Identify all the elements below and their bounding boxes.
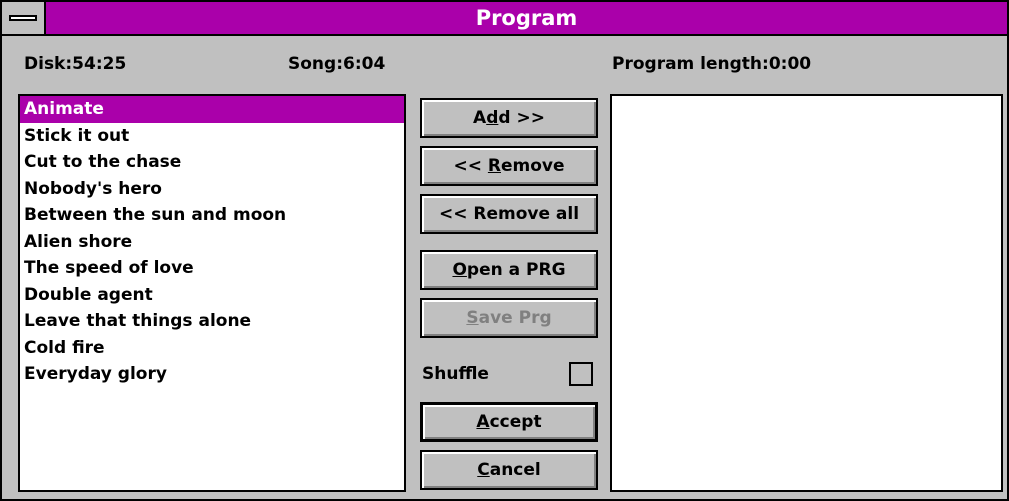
remove-button-label-rest: emove <box>500 156 565 176</box>
title-bar[interactable]: Program <box>2 2 1007 36</box>
add-button-label-rest: d >> <box>498 108 545 128</box>
shuffle-label: Shuffle <box>422 364 489 384</box>
save-prg-button-label-rest: ave Prg <box>478 308 552 328</box>
program-list[interactable] <box>610 94 1003 492</box>
song-list-item[interactable]: Alien shore <box>20 229 404 256</box>
save-prg-button[interactable]: Save Prg <box>420 298 598 338</box>
remove-button[interactable]: << Remove <box>420 146 598 186</box>
shuffle-checkbox[interactable] <box>569 362 593 386</box>
song-list-item[interactable]: Cold fire <box>20 335 404 362</box>
add-button[interactable]: Add >> <box>420 98 598 138</box>
remove-all-button[interactable]: << Remove all <box>420 194 598 234</box>
save-prg-button-hotkey: S <box>466 308 479 328</box>
program-window: Program Disk:54:25 Song:6:04 Program len… <box>0 0 1009 501</box>
program-length-label: Program length:0:00 <box>612 54 812 74</box>
song-list-item[interactable]: Everyday glory <box>20 361 404 388</box>
song-list-item[interactable]: The speed of love <box>20 255 404 282</box>
disk-time-label: Disk:54:25 <box>24 54 127 74</box>
song-list-item[interactable]: Cut to the chase <box>20 149 404 176</box>
song-list[interactable]: Animate Stick it out Cut to the chase Nobod… <box>18 94 406 492</box>
remove-button-label: << <box>453 156 488 176</box>
window-title: Program <box>475 6 578 30</box>
song-list-item[interactable]: Leave that things alone <box>20 308 404 335</box>
add-button-hotkey: d <box>486 108 499 128</box>
cancel-button-label-rest: ancel <box>489 460 541 480</box>
song-list-item[interactable]: Double agent <box>20 282 404 309</box>
open-prg-button-label-rest: pen a PRG <box>466 260 566 280</box>
cancel-button-hotkey: C <box>477 460 490 480</box>
song-list-item[interactable]: Stick it out <box>20 123 404 150</box>
song-list-item[interactable]: Nobody's hero <box>20 176 404 203</box>
open-prg-button-hotkey: O <box>452 260 467 280</box>
accept-button-hotkey: A <box>476 411 490 432</box>
cancel-button[interactable]: Cancel <box>420 450 598 490</box>
song-list-item[interactable]: Between the sun and moon <box>20 202 404 229</box>
accept-button-label-rest: ccept <box>489 411 542 432</box>
system-menu-icon <box>9 15 37 21</box>
remove-all-button-label: << Remove all <box>438 204 580 224</box>
accept-button[interactable]: Accept <box>420 402 598 442</box>
open-prg-button[interactable]: Open a PRG <box>420 250 598 290</box>
add-button-label: A <box>473 108 487 128</box>
song-list-item[interactable]: Animate <box>20 96 404 123</box>
remove-button-hotkey: R <box>487 156 501 176</box>
system-menu-button[interactable] <box>2 2 46 34</box>
song-time-label: Song:6:04 <box>288 54 386 74</box>
